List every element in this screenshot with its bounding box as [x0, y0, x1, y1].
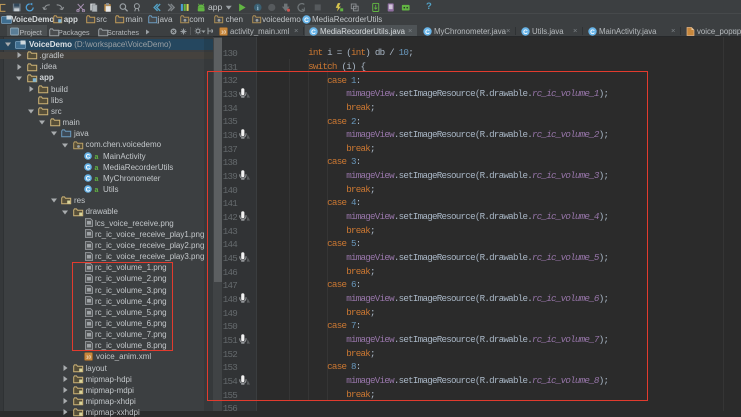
svg-text:a: a	[95, 176, 99, 182]
svg-text:C: C	[86, 153, 91, 160]
svg-text:C: C	[86, 164, 91, 171]
svg-text:C: C	[86, 176, 91, 183]
svg-text:10: 10	[221, 29, 227, 34]
svg-text:i: i	[257, 5, 259, 12]
svg-text:C: C	[304, 17, 309, 24]
svg-text:C: C	[86, 187, 91, 194]
svg-text:10: 10	[86, 355, 92, 360]
svg-text:C: C	[425, 29, 430, 36]
svg-text:a: a	[95, 165, 99, 171]
svg-text:C: C	[311, 29, 316, 36]
svg-text:a: a	[95, 154, 99, 160]
svg-text:C: C	[590, 29, 595, 36]
svg-text:C: C	[523, 29, 528, 36]
svg-text:a: a	[95, 187, 99, 193]
